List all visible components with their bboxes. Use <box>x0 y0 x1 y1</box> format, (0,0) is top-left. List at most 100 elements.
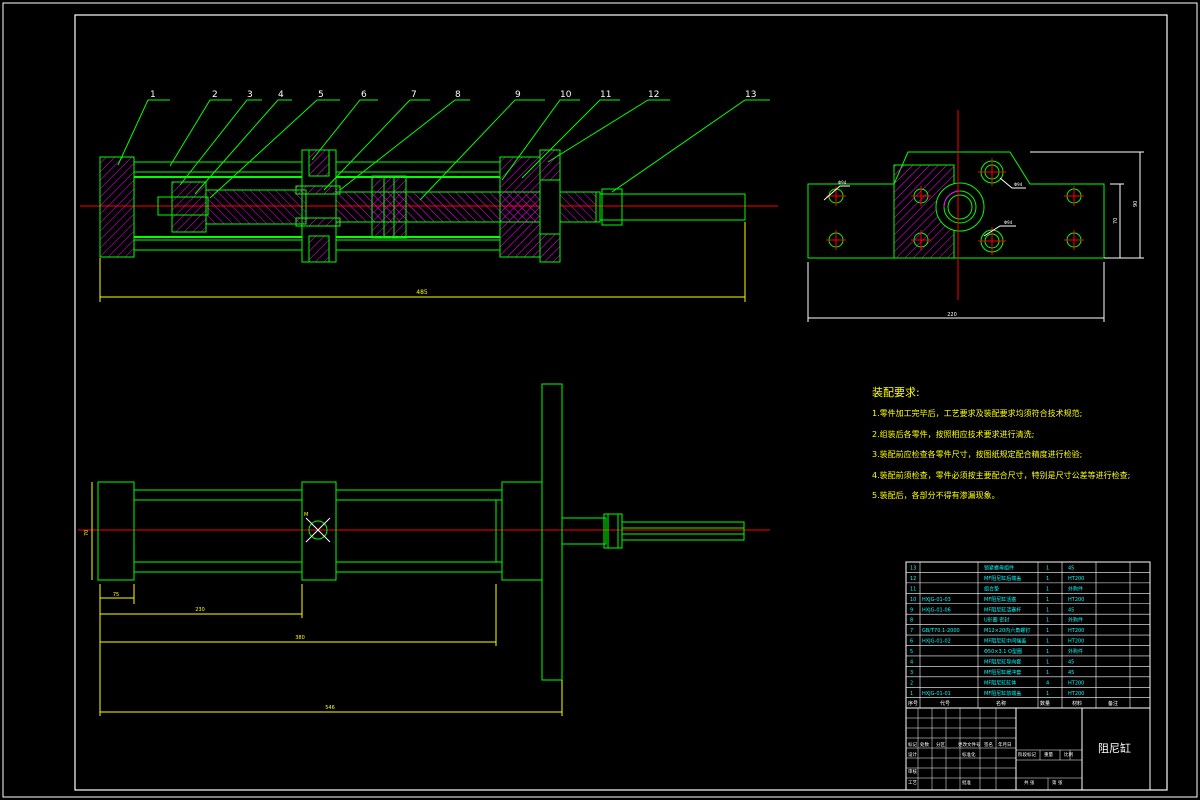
bom-cell-no: 13 <box>910 566 916 572</box>
tb-col-date: 年月日 <box>998 741 1012 748</box>
tb-col-zone: 分区 <box>936 741 945 748</box>
tb-weight: 重量 <box>1044 751 1053 758</box>
hole-dim-3: Φ94 <box>1004 220 1013 225</box>
balloon-8: 8 <box>455 90 461 100</box>
bom-cell-qty: 1 <box>1046 586 1049 592</box>
balloon-labels: 1 2 3 4 5 6 7 8 9 10 11 12 13 <box>150 90 756 100</box>
front-cover <box>99 156 135 258</box>
rear-cover <box>499 156 541 258</box>
dim-side-h1: 70 <box>1113 218 1119 224</box>
cylinder-wall-top <box>133 161 303 173</box>
bom-header-code: 代号 <box>940 700 950 707</box>
bom-cell-name: MF阻尼缸导向套 <box>984 658 1021 665</box>
rear-flange <box>501 481 543 581</box>
bom-cell-material: HT200 <box>1068 639 1084 645</box>
bom-cell-name: 组合垫 <box>984 585 999 592</box>
svg-text:M: M <box>304 512 308 518</box>
bom-header-material: 材料 <box>1072 700 1082 707</box>
bom-cell-name: MF阻尼缸前端盖 <box>984 690 1021 697</box>
balloon-2: 2 <box>212 90 218 100</box>
balloon-5: 5 <box>318 90 324 100</box>
dim-side-width-text: 220 <box>947 312 957 318</box>
balloon-7: 7 <box>411 90 417 100</box>
bom-cell-name: M12×20内六角螺钉 <box>984 627 1030 634</box>
balloon-9: 9 <box>515 90 521 100</box>
bom-cell-name: MF阻尼缸缸体 <box>984 679 1016 686</box>
balloon-4: 4 <box>278 90 284 100</box>
requirement-1: 1.零件加工完毕后，工艺要求及装配要求均须符合技术规范; <box>872 409 1083 418</box>
balloon-leaders <box>117 99 770 201</box>
tb-stage: 阶段标记 <box>1018 751 1036 758</box>
bom-cell-no: 7 <box>910 628 913 634</box>
balloon-13: 13 <box>745 90 756 100</box>
tb-col-count: 处数 <box>920 741 929 748</box>
bom-cell-name: MF阻尼缸中间端盖 <box>984 638 1026 645</box>
bom-cell-no: 4 <box>910 659 913 665</box>
barrel-right <box>335 489 503 573</box>
buffer-sleeve <box>171 181 207 233</box>
bom-cell-material: 外购件 <box>1068 648 1083 655</box>
title-block: 阻尼缸 标记 设计 审核 工艺 处数 分区 更改文件号 签名 年月日 标准化 批… <box>905 707 1151 791</box>
requirement-2: 2.组装后各零件，按照相应技术要求进行清洗; <box>872 429 1035 439</box>
tb-sheet-no: 第 张 <box>1052 779 1063 786</box>
bom-cell-qty: 1 <box>1046 659 1049 665</box>
bom-cell-no: 11 <box>910 586 916 592</box>
bom-cell-qty: 1 <box>1046 649 1049 655</box>
mounting-plate <box>541 383 563 681</box>
front-flange <box>97 481 135 581</box>
bom-cell-qty: 1 <box>1046 576 1049 582</box>
bom-cell-no: 6 <box>910 639 913 645</box>
dim-top-length-text: 485 <box>416 289 428 296</box>
bom-header-qty: 数量 <box>1040 700 1050 707</box>
lock-nut-elev <box>603 513 623 549</box>
hole-dim-2: Φ94 <box>1014 182 1023 187</box>
requirement-3: 3.装配前应检查各零件尺寸，按图纸规定配合精度进行检验; <box>872 450 1083 459</box>
bom-cell-material: HT200 <box>1068 597 1084 603</box>
dim-bot-long: 380 <box>295 635 305 641</box>
requirement-4: 4.装配前须检查，零件必须按主要配合尺寸，特别是尺寸公差等进行检查; <box>872 470 1131 480</box>
bom-cell-no: 12 <box>910 576 916 582</box>
tb-scale: 比例 <box>1064 751 1073 758</box>
bom-cell-no: 8 <box>910 618 913 624</box>
bom-cell-qty: 1 <box>1046 566 1049 572</box>
tb-sheets: 共 张 <box>1024 779 1035 786</box>
bom-cell-qty: 1 <box>1046 691 1049 697</box>
bom-cell-material: 外购件 <box>1068 617 1083 624</box>
bom-cell-material: HT200 <box>1068 576 1084 582</box>
bom-cell-material: 45 <box>1068 566 1074 572</box>
bom-cell-no: 10 <box>910 597 916 603</box>
bom-cell-material: 45 <box>1068 659 1074 665</box>
bom-cell-code: HXJG-01-03 <box>922 597 951 603</box>
hole-dim-1: Φ94 <box>838 180 847 185</box>
bom-cell-name: 锁紧螺母组件 <box>984 565 1014 572</box>
tb-mark: 标记 <box>908 741 917 748</box>
bom-cell-name: Φ50×3.1 O型圈 <box>984 648 1022 655</box>
dim-bot-total: 546 <box>325 705 335 711</box>
elevation-view: M 70 75 230 380 546 <box>78 383 770 716</box>
cylinder-wall-bottom <box>133 239 303 251</box>
dim-bot-mid: 230 <box>195 607 205 613</box>
bom-cell-no: 1 <box>910 691 913 697</box>
requirement-5: 5.装配后，各部分不得有渗漏现象。 <box>872 491 1000 500</box>
bom-cell-material: 45 <box>1068 670 1074 676</box>
bom-cell-code: HXJG-01-06 <box>922 607 951 613</box>
bom-header-no: 序号 <box>908 700 918 707</box>
bom-cell-name: MF阻尼缸活塞杆 <box>984 606 1021 613</box>
dim-bot-height: 70 <box>84 530 90 536</box>
barrel-left <box>133 489 303 573</box>
bom-cell-name: U形圈 密封 <box>984 617 1009 624</box>
tb-standard: 标准化 <box>962 751 976 758</box>
bom-cell-qty: 1 <box>1046 618 1049 624</box>
bom-cell-no: 9 <box>910 607 913 613</box>
bom-cell-name: MF阻尼缸后端盖 <box>984 575 1021 582</box>
bom-header-name: 名称 <box>996 700 1006 707</box>
tb-col-doc: 更改文件号 <box>958 741 981 748</box>
bom-cell-no: 3 <box>910 670 913 676</box>
bom-cell-no: 2 <box>910 680 913 686</box>
bom-cell-material: HT200 <box>1068 628 1084 634</box>
bom-cell-code: GB/T70.1-2000 <box>922 628 960 634</box>
tb-approve: 批准 <box>962 779 971 786</box>
bom-cell-qty: 1 <box>1046 670 1049 676</box>
side-view: Φ94 Φ94 Φ94 220 70 90 <box>807 110 1144 322</box>
bom-cell-code: HXJG-01-02 <box>922 639 951 645</box>
